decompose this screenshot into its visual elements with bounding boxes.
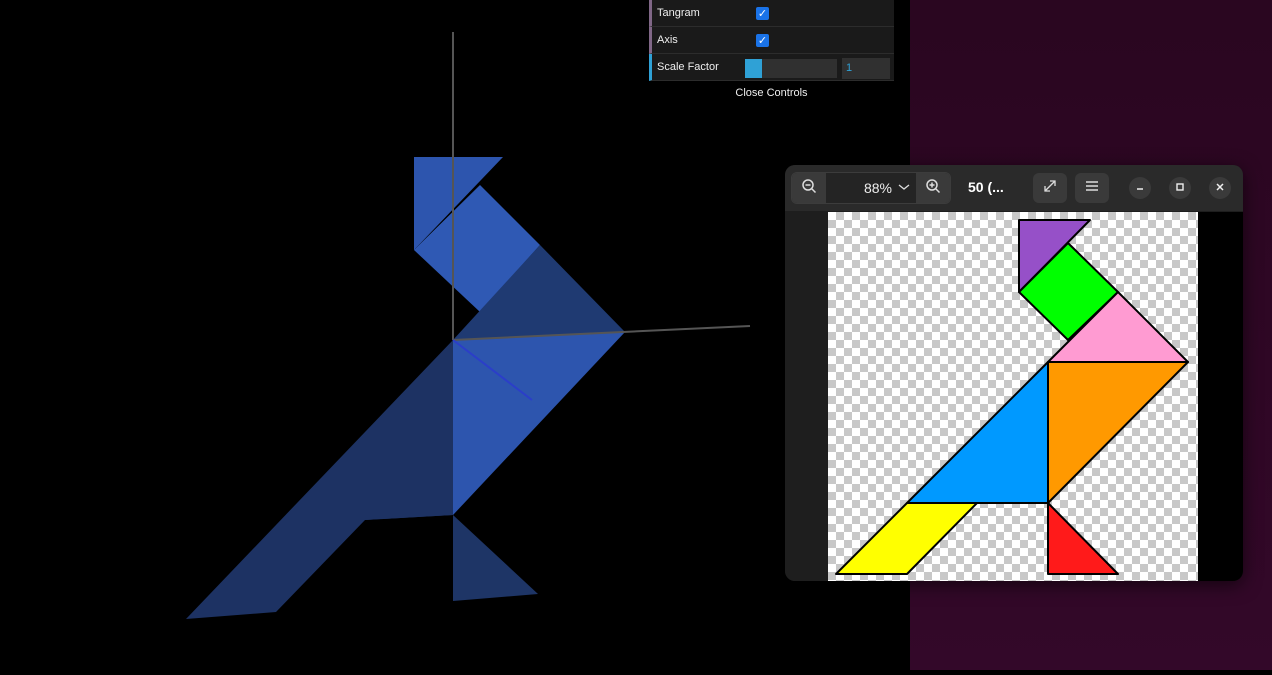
scale-factor-slider[interactable] xyxy=(745,59,837,78)
menu-button[interactable] xyxy=(1075,173,1109,203)
maximize-icon xyxy=(1175,179,1185,197)
scale-factor-slider-fill xyxy=(745,59,762,78)
tangram-image xyxy=(828,212,1198,581)
piece-blue-triangle xyxy=(906,361,1049,504)
maximize-button[interactable] xyxy=(1169,177,1191,199)
fullscreen-button[interactable] xyxy=(1033,173,1067,203)
close-controls-button[interactable]: Close Controls xyxy=(649,84,894,102)
axis-toggle-row[interactable]: Axis ✓ xyxy=(649,27,894,54)
controls-panel: Tangram ✓ Axis ✓ Scale Factor 1 xyxy=(649,0,894,81)
chevron-down-icon[interactable] xyxy=(896,179,912,200)
tangram-bird-2d xyxy=(835,219,1189,575)
image-viewer-window: 88% 50 (... xyxy=(785,165,1243,581)
piece-orange-triangle xyxy=(1047,361,1189,504)
image-title: 50 (... xyxy=(968,179,1004,195)
tangram-toggle-row[interactable]: Tangram ✓ xyxy=(649,0,894,27)
piece-small-triangle-foot xyxy=(453,515,538,601)
fullscreen-icon xyxy=(1042,178,1058,199)
viewer-header-bar: 88% 50 (... xyxy=(785,165,1243,211)
axis-checkbox[interactable]: ✓ xyxy=(756,34,769,47)
tangram-checkbox[interactable]: ✓ xyxy=(756,7,769,20)
scale-factor-label: Scale Factor xyxy=(657,61,719,73)
minimize-button[interactable] xyxy=(1129,177,1151,199)
close-window-button[interactable] xyxy=(1209,177,1231,199)
zoom-in-icon xyxy=(925,178,941,199)
minimize-icon xyxy=(1135,179,1145,197)
zoom-out-icon xyxy=(801,178,817,199)
viewer-margin-left xyxy=(785,212,828,581)
zoom-in-button[interactable] xyxy=(916,173,950,203)
piece-red-triangle xyxy=(1047,502,1119,575)
zoom-level-value[interactable]: 88% xyxy=(832,180,892,196)
axis-label: Axis xyxy=(657,34,678,46)
scale-factor-row: Scale Factor 1 xyxy=(649,54,894,81)
piece-parallelogram xyxy=(186,340,453,619)
zoom-control: 88% xyxy=(791,172,951,204)
scale-factor-input[interactable]: 1 xyxy=(842,58,890,79)
tangram-label: Tangram xyxy=(657,7,700,19)
zoom-out-button[interactable] xyxy=(792,173,826,203)
menu-icon xyxy=(1085,179,1099,197)
piece-yellow-parallelogram xyxy=(835,502,978,575)
viewer-margin-right xyxy=(1198,212,1243,581)
close-icon xyxy=(1215,179,1225,197)
